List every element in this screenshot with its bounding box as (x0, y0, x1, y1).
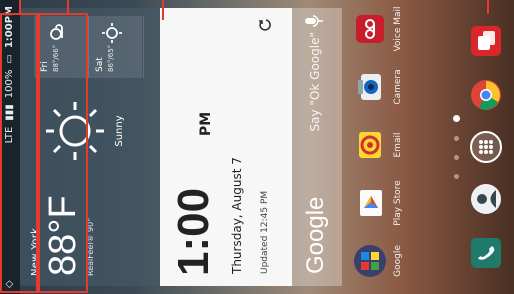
phone-screen: ◇ LTE ▮▮▮ 100% ▭ 1:00PM New York 88°F Re… (0, 0, 514, 294)
dock (463, 0, 511, 294)
google-logo: Google (302, 196, 329, 274)
clock-time: 1:00 (169, 187, 218, 276)
app-label: Google (393, 245, 403, 277)
page-dot (453, 155, 459, 160)
clock-date: Thursday, August 7 (230, 157, 244, 274)
status-bar: ◇ LTE ▮▮▮ 100% ▭ 1:00PM (0, 0, 20, 294)
voicemail-icon (356, 15, 384, 43)
weather-condition: Sunny (114, 115, 125, 147)
sun-icon (102, 23, 122, 43)
weather-feels-like: RealFeel® 90° (86, 217, 95, 276)
forecast-item: Sat 86°/65° (89, 16, 144, 78)
page-indicator (450, 0, 462, 294)
clock-ampm: PM (198, 111, 214, 136)
app-google[interactable]: Google (345, 234, 435, 288)
email-icon (359, 132, 381, 158)
contacts-icon[interactable] (469, 182, 503, 216)
forecast-day: Sat (95, 57, 105, 72)
page-dot (453, 174, 459, 179)
sun-icon (46, 102, 104, 160)
notification-icon: ◇ (4, 280, 15, 288)
chrome-icon[interactable] (469, 78, 503, 112)
updated-time: Updated 12:45 PM (260, 190, 270, 274)
play-store-icon (360, 190, 382, 216)
voice-prompt: Say "Ok Google" (308, 32, 322, 132)
screenshot-canvas: ◇ LTE ▮▮▮ 100% ▭ 1:00PM New York 88°F Re… (0, 0, 514, 294)
status-time: 1:00PM (4, 6, 15, 49)
app-email[interactable]: Email (345, 118, 435, 172)
messaging-icon[interactable] (469, 24, 503, 58)
forecast-item: Fri 88°/66° (34, 16, 89, 78)
app-label: Email (393, 132, 403, 158)
microphone-icon[interactable] (304, 14, 324, 28)
status-right: LTE ▮▮▮ 100% ▭ 1:00PM (4, 6, 15, 143)
google-folder-icon (354, 245, 386, 277)
refresh-icon[interactable] (258, 18, 272, 32)
forecast-day: Fri (40, 61, 50, 72)
app-voice-mail[interactable]: Voice Mail (345, 2, 435, 56)
camera-icon (358, 74, 381, 100)
forecast-panel: Fri 88°/66° Sat 86°/65° (34, 16, 144, 78)
forecast-temps: 88°/66° (52, 44, 60, 72)
app-label: Camera (393, 69, 403, 105)
app-drawer-icon[interactable] (469, 130, 503, 164)
signal-icon: ▮▮▮ (4, 104, 15, 121)
google-search-bar[interactable]: Google Say "Ok Google" (288, 8, 342, 286)
partly-sunny-icon (50, 24, 63, 40)
weather-city: New York (30, 227, 41, 276)
forecast-temps: 86°/65° (107, 44, 115, 72)
weather-widget[interactable]: New York 88°F RealFeel® 90° Sunny Fri 88… (20, 8, 160, 286)
battery-level: 100% (4, 69, 15, 99)
app-play-store[interactable]: Play Store (345, 176, 435, 230)
battery-icon: ▭ (4, 54, 15, 64)
page-dot (453, 136, 459, 141)
clock-widget[interactable]: 1:00 PM Thursday, August 7 Updated 12:45… (160, 8, 292, 286)
app-label: Voice Mail (393, 6, 403, 52)
home-app-grid: Google Play Store Email Camera Voice Mai… (345, 0, 450, 294)
page-dot-active (452, 115, 460, 122)
weather-temperature: 88°F (42, 195, 84, 276)
status-left: ◇ (4, 280, 15, 288)
network-type: LTE (4, 126, 15, 144)
app-label: Play Store (393, 180, 403, 226)
phone-icon[interactable] (469, 236, 503, 270)
app-camera[interactable]: Camera (345, 60, 435, 114)
